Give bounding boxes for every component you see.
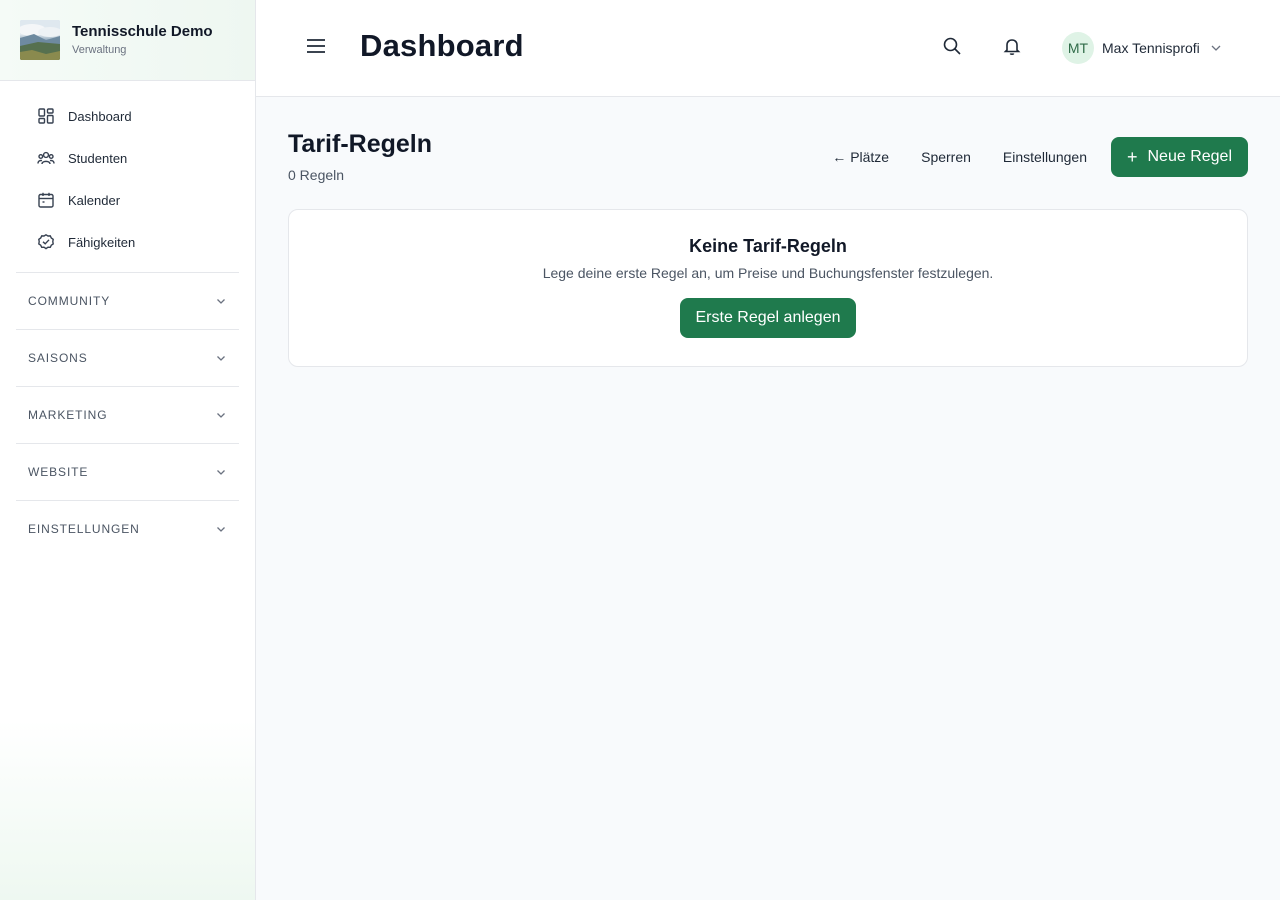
calendar-icon (37, 191, 55, 209)
notifications-button[interactable] (1001, 37, 1023, 59)
arrow-left-icon: ← (832, 149, 847, 165)
create-first-rule-button[interactable]: Erste Regel anlegen (679, 298, 857, 338)
blocks-link[interactable]: Sperren (905, 149, 987, 165)
chevron-down-icon (215, 409, 227, 421)
new-rule-label: Neue Regel (1147, 148, 1233, 165)
chevron-down-icon (1210, 42, 1222, 54)
settings-link[interactable]: Einstellungen (987, 149, 1107, 165)
sidebar-item-label: Studenten (68, 150, 128, 166)
section-einstellungen[interactable]: EINSTELLUNGEN (16, 500, 239, 557)
search-button[interactable] (941, 37, 963, 59)
menu-toggle-button[interactable] (304, 36, 328, 60)
chevron-down-icon (215, 466, 227, 478)
chevron-down-icon (215, 352, 227, 364)
bell-icon (1002, 36, 1022, 61)
chevron-down-icon (215, 295, 227, 307)
section-saisons[interactable]: SAISONS (16, 329, 239, 386)
brand-title: Tennisschule Demo (72, 23, 213, 40)
brand[interactable]: Tennisschule Demo Verwaltung (0, 0, 255, 81)
top-header: Dashboard MT Max Tennisprofi (256, 0, 1280, 97)
header-title: Dashboard (360, 28, 524, 63)
sidebar-item-studenten[interactable]: Studenten (0, 137, 255, 179)
avatar: MT (1062, 32, 1094, 64)
sidebar-item-label: Kalender (68, 192, 121, 208)
sidebar-item-label: Dashboard (68, 108, 132, 124)
sidebar-sections: COMMUNITY SAISONS MARKETING WEBSITE EINS… (0, 272, 255, 557)
section-community[interactable]: COMMUNITY (16, 272, 239, 329)
empty-state-description: Lege deine erste Regel an, um Preise und… (542, 265, 994, 281)
sidebar-item-label: Fähigkeiten (68, 234, 136, 250)
section-label: MARKETING (28, 408, 108, 422)
section-label: COMMUNITY (28, 294, 111, 308)
sidebar: Tennisschule Demo Verwaltung Dashboard S… (0, 0, 256, 900)
section-label: SAISONS (28, 351, 88, 365)
dashboard-icon (37, 107, 55, 125)
page-title: Tarif-Regeln (288, 130, 432, 158)
brand-subtitle: Verwaltung (72, 44, 127, 56)
user-name: Max Tennisprofi (1102, 40, 1200, 56)
section-website[interactable]: WEBSITE (16, 443, 239, 500)
empty-state-card: Keine Tarif-Regeln Lege deine erste Rege… (288, 209, 1248, 367)
back-link-label: Plätze (850, 149, 890, 165)
sidebar-item-dashboard[interactable]: Dashboard (0, 95, 255, 137)
section-label: WEBSITE (28, 465, 89, 479)
new-rule-button[interactable]: + Neue Regel (1110, 137, 1248, 177)
search-icon (942, 36, 962, 61)
plus-icon: + (1126, 147, 1138, 167)
rule-count: 0 Regeln (288, 167, 345, 183)
brand-logo (20, 20, 60, 60)
hamburger-icon (306, 38, 326, 59)
chevron-down-icon (215, 523, 227, 535)
page-actions: ← Plätze Sperren Einstellungen + Neue Re… (816, 137, 1248, 177)
section-marketing[interactable]: MARKETING (16, 386, 239, 443)
users-icon (37, 149, 55, 167)
check-circle-icon (37, 233, 55, 251)
back-to-courts-link[interactable]: ← Plätze (816, 149, 905, 165)
user-menu[interactable]: MT Max Tennisprofi (1062, 32, 1222, 64)
empty-state-title: Keine Tarif-Regeln (689, 236, 847, 256)
sidebar-item-kalender[interactable]: Kalender (0, 179, 255, 221)
sidebar-item-faehigkeiten[interactable]: Fähigkeiten (0, 221, 255, 263)
section-label: EINSTELLUNGEN (28, 522, 140, 536)
sidebar-nav: Dashboard Studenten Kalender Fähigkeiten (0, 81, 255, 263)
